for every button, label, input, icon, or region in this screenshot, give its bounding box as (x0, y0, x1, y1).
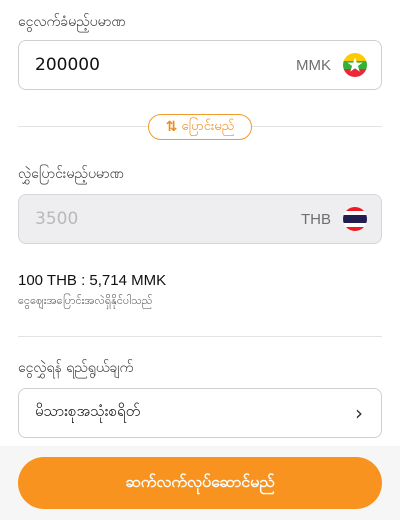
exchange-rate-note: ငွေဈေးအပြောင်းအလဲရှိနိုင်ပါသည် (18, 294, 153, 307)
thailand-flag-icon (343, 207, 367, 231)
receive-amount-label: လွှဲပြောင်းမည့်ပမာဏ (18, 166, 124, 182)
continue-button[interactable]: ဆက်လက်လုပ်ဆောင်မည် (18, 457, 382, 509)
purpose-selected-value: မိသားစုအသုံးစရိတ် (35, 402, 141, 420)
chevron-right-icon: › (355, 401, 363, 425)
receive-currency-code: THB (301, 210, 331, 228)
swap-button[interactable]: ⇅ ပြောင်းမည် (148, 114, 252, 140)
section-divider (18, 336, 382, 337)
exchange-rate-text: 100 THB : 5,714 MMK (18, 272, 167, 289)
myanmar-flag-icon (343, 53, 367, 77)
receive-amount-field: 3500 THB (18, 194, 382, 244)
swap-arrows-icon: ⇅ (165, 119, 178, 135)
purpose-label: ငွေလွှဲရန် ရည်ရွယ်ချက် (18, 360, 134, 376)
send-amount-value[interactable]: 200000 (35, 55, 296, 75)
send-currency-code: MMK (296, 56, 331, 74)
send-amount-field[interactable]: 200000 MMK (18, 40, 382, 90)
receive-amount-placeholder: 3500 (35, 209, 79, 229)
purpose-select[interactable]: မိသားစုအသုံးစရိတ် › (18, 388, 382, 438)
swap-button-label: ပြောင်းမည် (181, 118, 235, 134)
send-amount-label: ငွေလက်ခံမည့်ပမာဏ (18, 14, 126, 30)
